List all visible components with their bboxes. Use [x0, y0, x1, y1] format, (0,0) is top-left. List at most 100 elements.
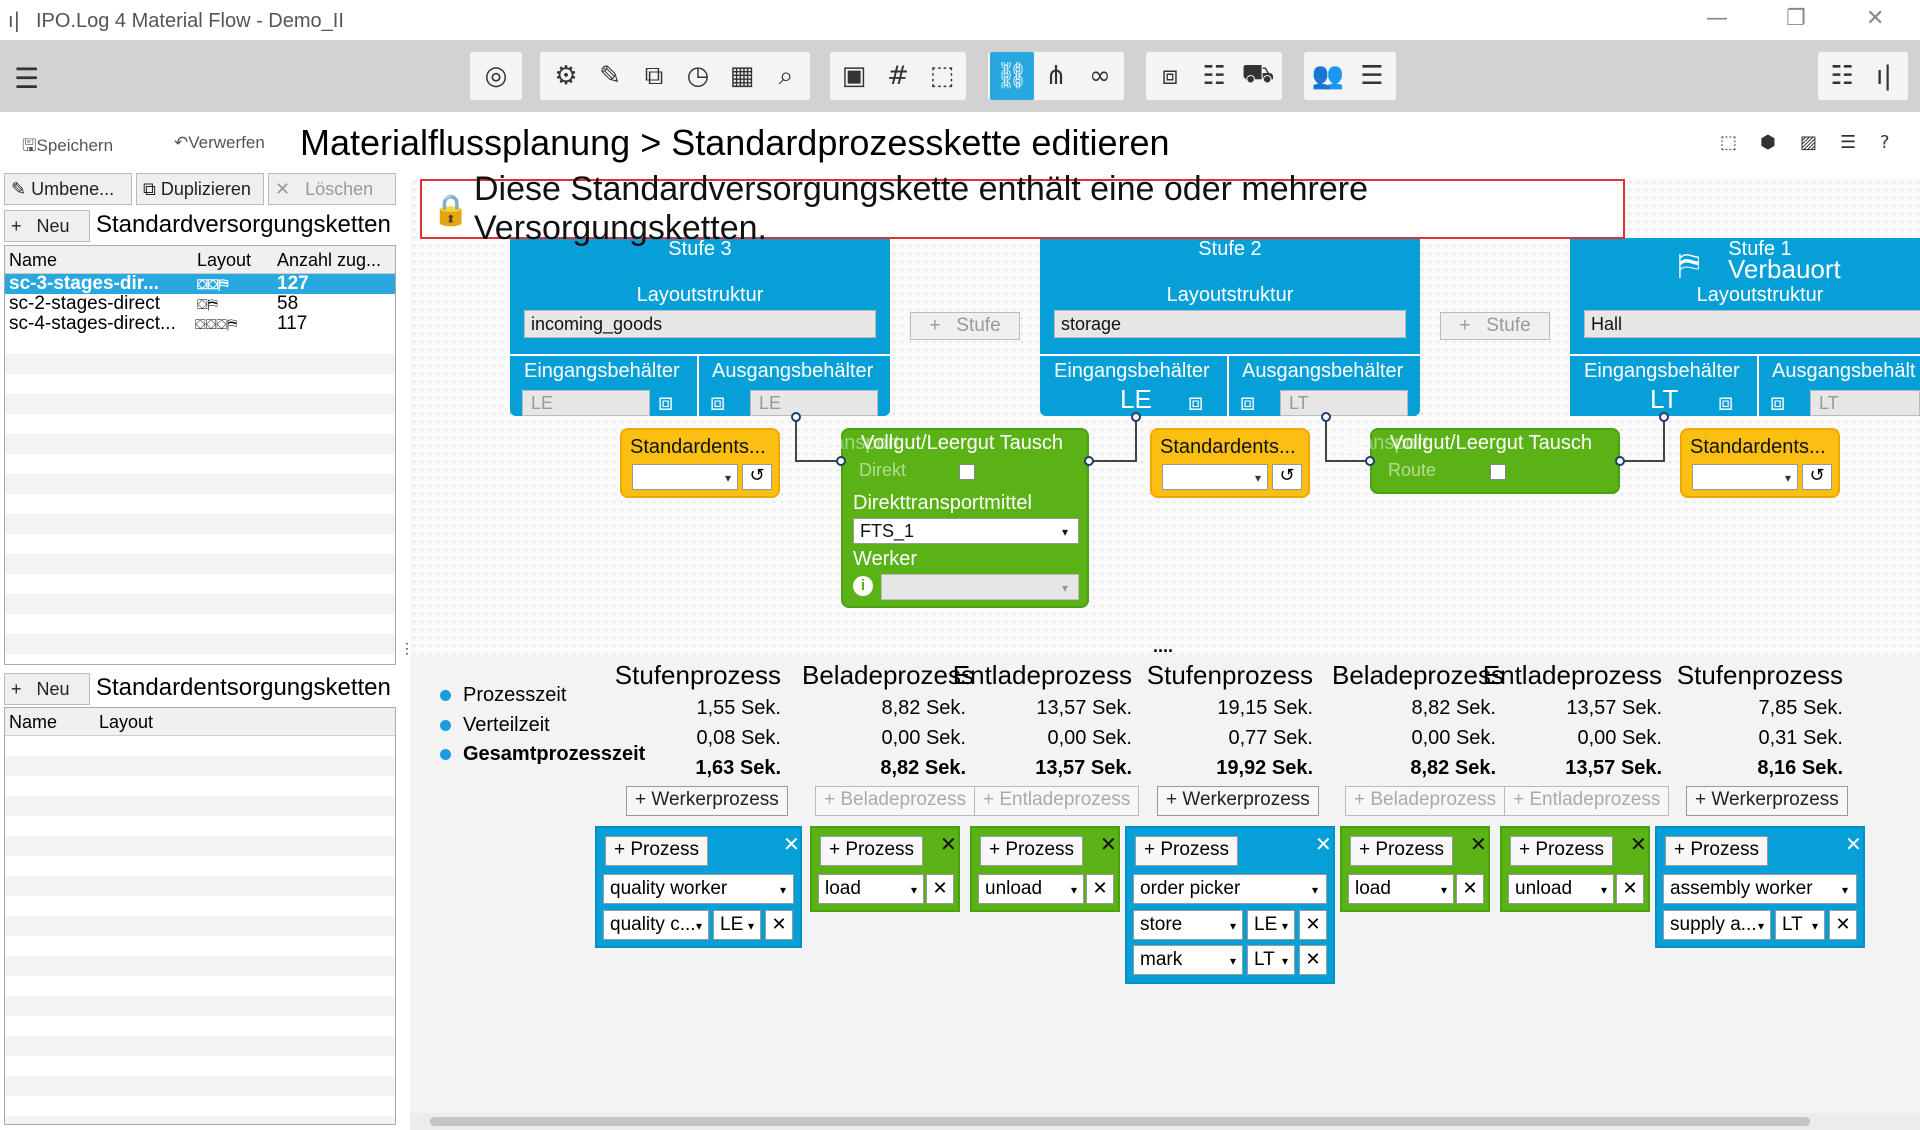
process-box[interactable]: + Prozess ✕ load ▾ ✕	[810, 826, 960, 912]
remove-task-icon[interactable]: ✕	[1616, 874, 1644, 904]
close-icon[interactable]: ✕	[940, 832, 957, 856]
table-row[interactable]: sc-2-stages-direct ⛋⛿ 58	[5, 294, 395, 314]
link-icon[interactable]: ⛓	[990, 52, 1034, 100]
app-switch-icon[interactable]: ı|	[1862, 52, 1906, 100]
frame-icon[interactable]: ▣	[832, 52, 876, 100]
task-select[interactable]: supply a... ▾	[1663, 910, 1771, 940]
worker-select[interactable]: load ▾	[818, 874, 924, 904]
add-stage-button[interactable]: + Stufe	[910, 312, 1020, 340]
disposal-select[interactable]: ▾	[632, 464, 738, 490]
ruler-icon[interactable]: ✎	[588, 52, 632, 100]
add-process-button[interactable]: + Prozess	[1350, 836, 1454, 866]
container-icon[interactable]: ⧈	[658, 388, 673, 416]
close-icon[interactable]: ✕	[1470, 832, 1487, 856]
image-icon[interactable]: ▨	[1800, 132, 1817, 153]
process-box[interactable]: + Prozess ✕ unload ▾ ✕	[970, 826, 1120, 912]
frame-view-icon[interactable]: ⬚	[1720, 132, 1737, 153]
duplicate-button[interactable]: ⧉ Duplizieren	[136, 173, 264, 205]
vehicle-select[interactable]: FTS_1 ▾	[853, 518, 1079, 544]
task-select[interactable]: quality c... ▾	[603, 910, 709, 940]
column-layout[interactable]: Layout	[99, 712, 153, 733]
remove-task-icon[interactable]: ✕	[1829, 910, 1857, 940]
add-loading-process-button[interactable]: + Beladeprozess	[815, 786, 976, 816]
reset-icon[interactable]: ↺	[1272, 464, 1302, 490]
mode-checkbox[interactable]	[959, 464, 975, 480]
add-process-button[interactable]: + Prozess	[1510, 836, 1614, 866]
target-icon[interactable]: ◎	[474, 52, 518, 100]
save-button[interactable]: 🖫Speichern	[22, 133, 113, 162]
transform-icon[interactable]: ⬚	[920, 52, 964, 100]
stage-3[interactable]: Stufe 3 Layoutstruktur incoming_goods Ei…	[510, 238, 890, 416]
rename-button[interactable]: ✎ Umbene...	[4, 173, 132, 205]
splitter-handle[interactable]: ⋮	[400, 640, 414, 657]
disposal-box[interactable]: Standardents... ▾ ↺	[1680, 428, 1840, 498]
add-process-button[interactable]: + Prozess	[980, 836, 1084, 866]
forklift-icon[interactable]: ⛟	[1236, 52, 1280, 100]
remove-task-icon[interactable]: ✕	[1456, 874, 1484, 904]
container-icon[interactable]: ⧈	[1188, 388, 1203, 416]
worker-select[interactable]: order picker ▾	[1133, 874, 1327, 904]
worker-select[interactable]: load ▾	[1348, 874, 1454, 904]
column-name[interactable]: Name	[9, 250, 57, 271]
remove-task-icon[interactable]: ✕	[926, 874, 954, 904]
tree-icon[interactable]: ☰	[1840, 132, 1856, 153]
disposal-select[interactable]: ▾	[1162, 464, 1268, 490]
unit-select[interactable]: LE ▾	[1247, 910, 1295, 940]
output-container-select[interactable]: LE	[750, 390, 878, 416]
output-container-select[interactable]: LT	[1280, 390, 1408, 416]
stage-1[interactable]: Stufe 1 ⛿ Verbauort Layoutstruktur Hall …	[1570, 238, 1920, 416]
add-process-button[interactable]: + Prozess	[605, 836, 709, 866]
worker-select[interactable]: unload ▾	[1508, 874, 1614, 904]
connector-handle[interactable]	[836, 456, 846, 466]
chain-icon[interactable]: ∞	[1078, 52, 1122, 100]
add-worker-process-button[interactable]: + Werkerprozess	[1157, 786, 1319, 816]
disposal-box[interactable]: Standardents... ▾ ↺	[1150, 428, 1310, 498]
layers-icon[interactable]: ⧉	[632, 52, 676, 100]
process-box[interactable]: + Prozess ✕ assembly worker ▾ supply a...…	[1655, 826, 1865, 948]
new-supply-chain-button[interactable]: + Neu	[4, 210, 90, 242]
task-select[interactable]: mark ▾	[1133, 945, 1243, 975]
unit-select[interactable]: LT ▾	[1775, 910, 1825, 940]
new-disposal-chain-button[interactable]: + Neu	[4, 673, 90, 705]
column-layout[interactable]: Layout	[197, 250, 251, 271]
boxes-icon[interactable]: ⧈	[1148, 52, 1192, 100]
process-box[interactable]: + Prozess ✕ load ▾ ✕	[1340, 826, 1490, 912]
container-icon[interactable]: ⧈	[710, 388, 725, 416]
layout-icon[interactable]: ⚙	[544, 52, 588, 100]
add-process-button[interactable]: + Prozess	[820, 836, 924, 866]
delete-button[interactable]: ✕ Löschen	[268, 173, 396, 205]
connector-handle[interactable]	[1659, 412, 1669, 422]
process-box[interactable]: + Prozess ✕ order picker ▾ store ▾ LE ▾ ✕ m…	[1125, 826, 1335, 984]
input-container-select[interactable]: LE	[522, 390, 650, 416]
table-row[interactable]: sc-4-stages-direct... ⛋⛋⛋⛿ 117	[5, 314, 395, 334]
task-select[interactable]: store ▾	[1133, 910, 1243, 940]
help-icon[interactable]: ?	[1880, 132, 1890, 153]
connector-handle[interactable]	[1131, 412, 1141, 422]
transport-box[interactable]: Transport Vollgut/Leergut Tausch Direkt …	[815, 428, 1089, 608]
info-icon[interactable]: i	[853, 576, 873, 596]
scrollbar-thumb[interactable]	[430, 1117, 1810, 1126]
connector-handle[interactable]	[791, 412, 801, 422]
reset-icon[interactable]: ↺	[1802, 464, 1832, 490]
disposal-select[interactable]: ▾	[1692, 464, 1798, 490]
process-box[interactable]: + Prozess ✕ quality worker ▾ quality c...…	[595, 826, 802, 948]
close-icon[interactable]: ✕	[1100, 832, 1117, 856]
restore-icon[interactable]: ❐	[1786, 6, 1806, 31]
cube-icon[interactable]: ⬢	[1760, 132, 1776, 153]
network-icon[interactable]: ⋔	[1034, 52, 1078, 100]
layout-field[interactable]: Hall	[1584, 310, 1920, 338]
close-icon[interactable]: ✕	[1630, 832, 1647, 856]
connector-handle[interactable]	[1321, 412, 1331, 422]
grid-icon[interactable]: #	[876, 52, 920, 100]
minimize-icon[interactable]: —	[1706, 6, 1728, 31]
workers-icon[interactable]: 👥	[1306, 52, 1350, 100]
disposal-box[interactable]: Standardents... ▾ ↺	[620, 428, 780, 498]
add-worker-process-button[interactable]: + Werkerprozess	[626, 786, 788, 816]
table-row[interactable]: sc-3-stages-dir... ⛋⛋⛿ 127	[5, 274, 395, 294]
reset-icon[interactable]: ↺	[742, 464, 772, 490]
worker-select[interactable]: quality worker ▾	[603, 874, 794, 904]
transport-box[interactable]: Transport Vollgut/Leergut Tausch Route	[1344, 428, 1620, 494]
remove-task-icon[interactable]: ✕	[765, 910, 793, 940]
container-icon[interactable]: ⧈	[1718, 388, 1733, 416]
add-unloading-process-button[interactable]: + Entladeprozess	[1504, 786, 1670, 816]
